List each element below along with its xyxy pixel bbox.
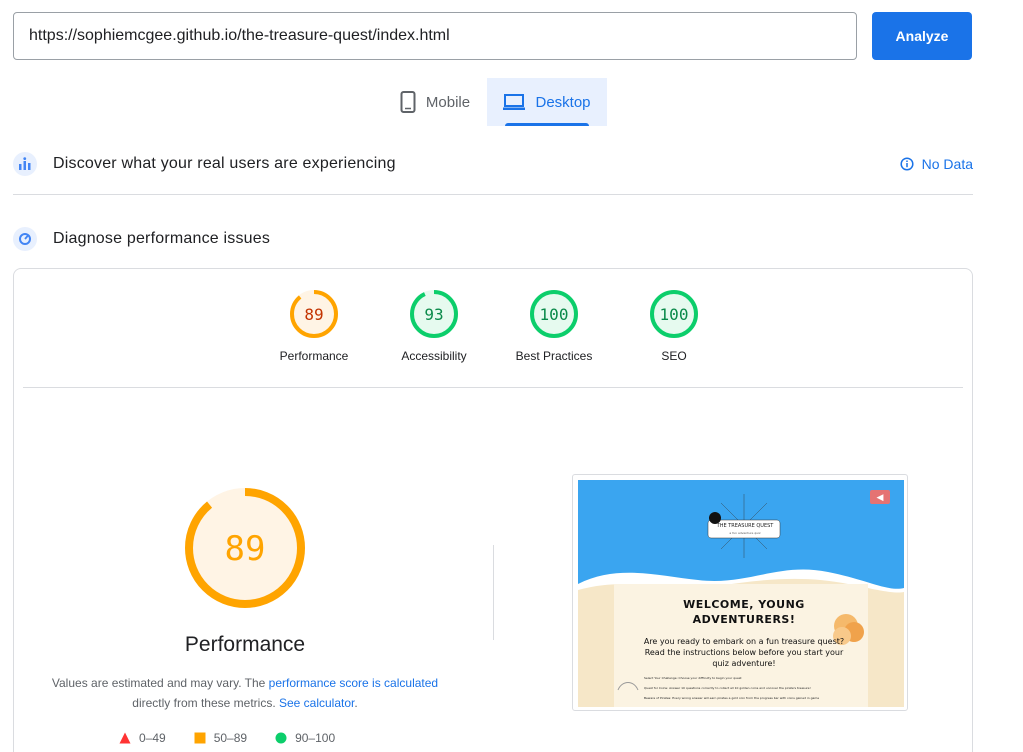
preview-instruction: Select Your Challenge: Choose your diffi… bbox=[644, 676, 742, 680]
score-ring: 100 bbox=[530, 290, 578, 338]
score-value: 100 bbox=[660, 305, 689, 324]
score-ring: 89 bbox=[290, 290, 338, 338]
legend-item-pass: 90–100 bbox=[275, 731, 335, 745]
tab-mobile[interactable]: Mobile bbox=[384, 78, 486, 126]
page-preview: ◀ THE TREASURE QUEST a fun adventure qui… bbox=[578, 480, 904, 707]
gauge-label: Accessibility bbox=[401, 349, 467, 363]
note-text: directly from these metrics. bbox=[132, 696, 279, 710]
gauge-seo[interactable]: 100 SEO bbox=[614, 289, 734, 363]
preview-background bbox=[578, 480, 904, 707]
note-text: . bbox=[354, 696, 358, 710]
tab-selected-indicator bbox=[505, 123, 589, 126]
legend-item-average: 50–89 bbox=[194, 731, 247, 745]
category-gauges: 89 Performance 93 Accessibility 100 Best… bbox=[14, 289, 972, 379]
preview-instruction: Beware of Pirates: Every wrong answer wi… bbox=[644, 696, 820, 700]
score-value: 89 bbox=[304, 305, 323, 324]
performance-score-link[interactable]: performance score is calculated bbox=[269, 676, 438, 690]
no-data-label: No Data bbox=[921, 156, 973, 172]
performance-note: Values are estimated and may vary. The p… bbox=[44, 673, 446, 713]
performance-score-value: 89 bbox=[225, 529, 266, 569]
gauge-accessibility[interactable]: 93 Accessibility bbox=[374, 289, 494, 363]
preview-heading: WELCOME, YOUNG ADVENTURERS! bbox=[683, 598, 805, 626]
gauge-best-practices[interactable]: 100 Best Practices bbox=[494, 289, 614, 363]
pagespeed-insights-page: Analyze Mobile Desktop Discover what you… bbox=[0, 0, 1023, 752]
analyze-button[interactable]: Analyze bbox=[872, 12, 972, 60]
gauge-icon bbox=[13, 227, 37, 251]
gauge-label: Performance bbox=[279, 349, 349, 363]
score-value: 100 bbox=[540, 305, 569, 324]
vertical-divider bbox=[493, 545, 494, 640]
legend-range: 90–100 bbox=[295, 731, 336, 745]
tab-desktop[interactable]: Desktop bbox=[487, 78, 607, 126]
final-screenshot[interactable]: ◀ THE TREASURE QUEST a fun adventure qui… bbox=[572, 474, 908, 711]
diagnose-section: Diagnose performance issues bbox=[13, 224, 973, 254]
tab-desktop-label: Desktop bbox=[535, 93, 591, 111]
phone-icon bbox=[400, 91, 416, 113]
mute-icon[interactable]: ◀ bbox=[870, 490, 890, 504]
section-divider bbox=[13, 194, 973, 195]
lighthouse-report-card: 89 Performance 93 Accessibility 100 Best… bbox=[13, 268, 973, 752]
real-users-section: Discover what your real users are experi… bbox=[13, 149, 973, 179]
diagnose-title: Diagnose performance issues bbox=[53, 230, 271, 247]
info-icon bbox=[900, 157, 914, 171]
legend-range: 50–89 bbox=[213, 731, 248, 745]
gauges-divider bbox=[23, 387, 963, 388]
preview-logo-subtitle: a fun adventure quiz bbox=[729, 531, 761, 535]
gauge-label: Best Practices bbox=[515, 349, 593, 363]
score-value: 93 bbox=[424, 305, 443, 324]
performance-title: Performance bbox=[184, 633, 306, 656]
gauge-performance[interactable]: 89 Performance bbox=[254, 289, 374, 363]
preview-instruction: Quest for Coins: Answer 10 questions cor… bbox=[644, 686, 811, 690]
real-users-title: Discover what your real users are experi… bbox=[53, 155, 396, 172]
score-legend: 0–49 50–89 90–100 bbox=[119, 731, 335, 745]
users-chart-icon bbox=[13, 152, 37, 176]
gauge-label: SEO bbox=[661, 349, 687, 363]
preview-body: Are you ready to embark on a fun treasur… bbox=[643, 637, 845, 668]
laptop-icon bbox=[503, 94, 526, 110]
no-data-link[interactable]: No Data bbox=[900, 149, 973, 179]
preview-logo-text: THE TREASURE QUEST bbox=[716, 523, 774, 529]
score-ring: 100 bbox=[650, 290, 698, 338]
legend-item-fail: 0–49 bbox=[119, 731, 166, 745]
see-calculator-link[interactable]: See calculator bbox=[279, 696, 354, 710]
square-icon bbox=[194, 732, 206, 744]
performance-score-gauge: 89 bbox=[185, 488, 305, 608]
legend-range: 0–49 bbox=[139, 731, 166, 745]
note-text: Values are estimated and may vary. The bbox=[51, 676, 269, 690]
circle-icon bbox=[275, 732, 287, 744]
triangle-icon bbox=[119, 732, 131, 744]
score-ring: 93 bbox=[410, 290, 458, 338]
url-input[interactable] bbox=[13, 12, 857, 60]
tab-mobile-label: Mobile bbox=[425, 93, 471, 111]
